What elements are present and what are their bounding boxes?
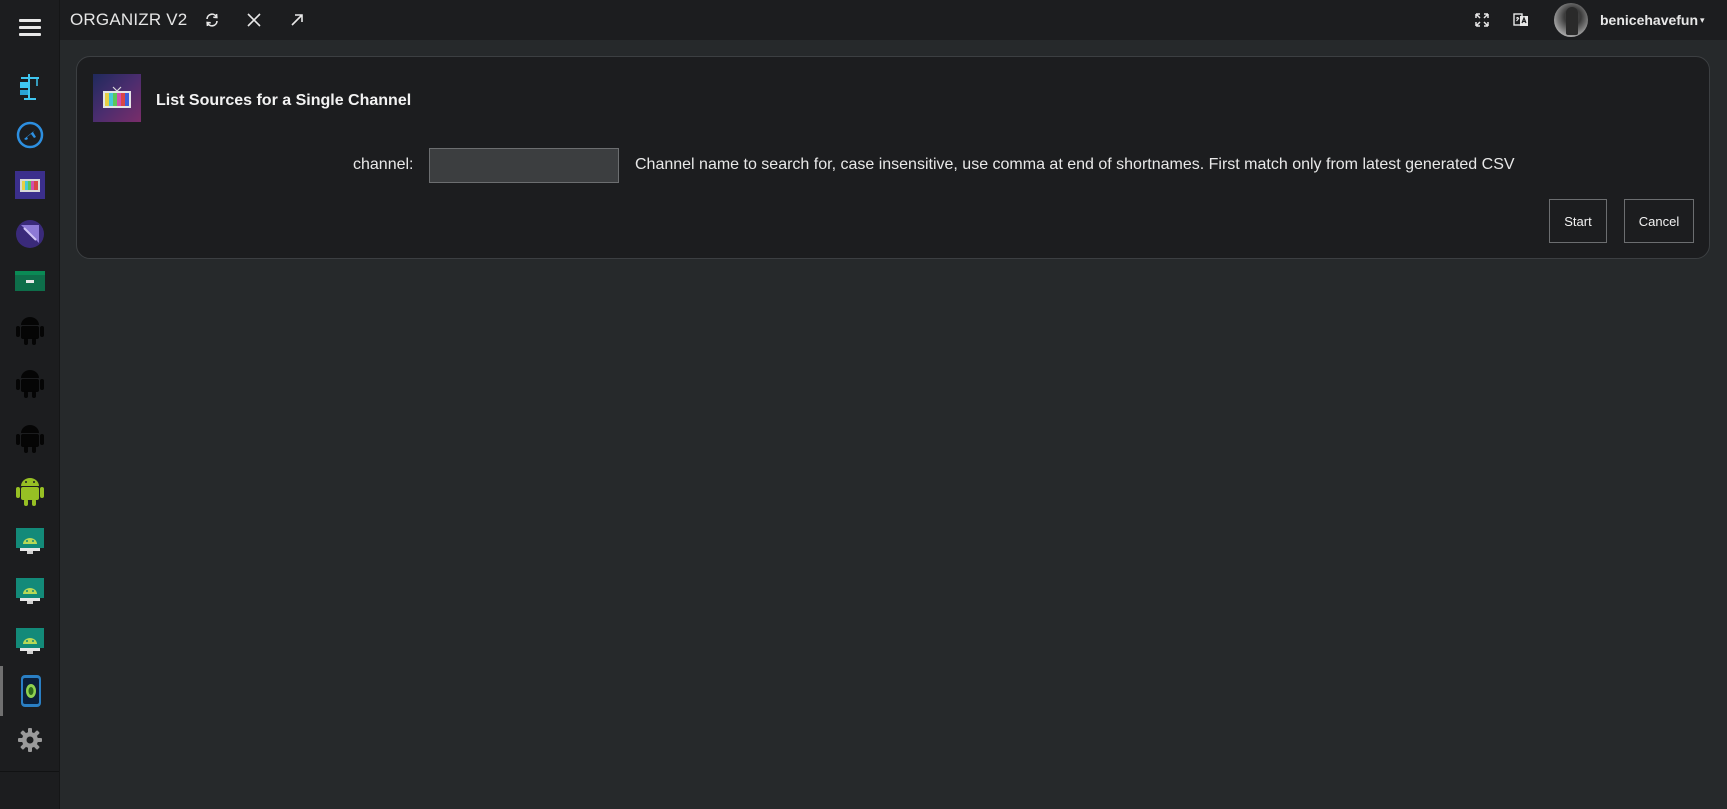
crane-icon bbox=[19, 74, 39, 100]
channel-help-text: Channel name to search for, case insensi… bbox=[635, 156, 1515, 173]
sidebar-item-tab-2[interactable] bbox=[0, 110, 59, 160]
android-icon bbox=[15, 478, 44, 506]
sidebar-item-tab-5[interactable] bbox=[0, 256, 59, 306]
android-icon bbox=[15, 370, 44, 398]
app-title: ORGANIZR V2 bbox=[70, 10, 188, 29]
close-icon bbox=[247, 13, 261, 27]
sidebar bbox=[0, 0, 60, 809]
android-tv-icon bbox=[15, 578, 44, 604]
translate-icon bbox=[1513, 13, 1528, 26]
channel-label: channel: bbox=[353, 156, 414, 173]
fullscreen-button[interactable] bbox=[1470, 8, 1494, 32]
refresh-icon bbox=[206, 13, 218, 27]
sidebar-item-tab-4[interactable] bbox=[0, 209, 59, 259]
translate-button[interactable] bbox=[1509, 8, 1533, 32]
user-menu[interactable]: benicehavefun ▾ bbox=[1554, 2, 1705, 38]
username: benicehavefun bbox=[1600, 12, 1699, 28]
sidebar-item-tab-10[interactable] bbox=[0, 516, 59, 566]
close-tab-button[interactable] bbox=[242, 8, 266, 32]
sidebar-item-tab-11[interactable] bbox=[0, 566, 59, 616]
tv-icon bbox=[93, 74, 141, 122]
sidebar-item-tab-13[interactable] bbox=[0, 666, 59, 716]
android-tv-icon bbox=[15, 628, 44, 654]
android-icon bbox=[15, 317, 44, 345]
chevron-down-icon: ▾ bbox=[1700, 14, 1705, 25]
fullscreen-icon bbox=[1475, 13, 1489, 27]
channel-input[interactable] bbox=[429, 148, 619, 183]
plane-circle-icon bbox=[16, 121, 43, 149]
sidebar-item-tab-8[interactable] bbox=[0, 413, 59, 463]
hamburger-menu-icon[interactable] bbox=[19, 19, 41, 37]
purple-orb-icon bbox=[15, 220, 44, 248]
green-card-icon bbox=[14, 271, 45, 291]
phone-app-icon bbox=[21, 675, 41, 707]
cancel-button[interactable]: Cancel bbox=[1624, 199, 1694, 243]
sidebar-item-tab-9[interactable] bbox=[0, 466, 59, 516]
sidebar-item-tab-7[interactable] bbox=[0, 358, 59, 408]
popout-button[interactable] bbox=[285, 8, 309, 32]
start-button[interactable]: Start bbox=[1549, 199, 1607, 243]
tv-icon bbox=[14, 171, 45, 199]
topbar: ORGANIZR V2 benicehavefun ▾ bbox=[60, 0, 1727, 40]
sidebar-item-tab-3[interactable] bbox=[0, 160, 59, 210]
page-title: List Sources for a Single Channel bbox=[156, 92, 412, 109]
sidebar-item-settings[interactable] bbox=[0, 715, 59, 765]
refresh-button[interactable] bbox=[200, 8, 224, 32]
sidebar-item-tab-6[interactable] bbox=[0, 305, 59, 355]
sidebar-divider bbox=[0, 771, 59, 772]
sidebar-item-tab-12[interactable] bbox=[0, 616, 59, 666]
sidebar-item-tab-1[interactable] bbox=[0, 61, 59, 111]
gear-icon bbox=[17, 728, 42, 752]
android-tv-icon bbox=[15, 528, 44, 554]
avatar bbox=[1554, 3, 1588, 37]
popout-icon bbox=[291, 14, 303, 26]
android-icon bbox=[15, 425, 44, 453]
command-panel: List Sources for a Single Channel channe… bbox=[76, 56, 1710, 259]
